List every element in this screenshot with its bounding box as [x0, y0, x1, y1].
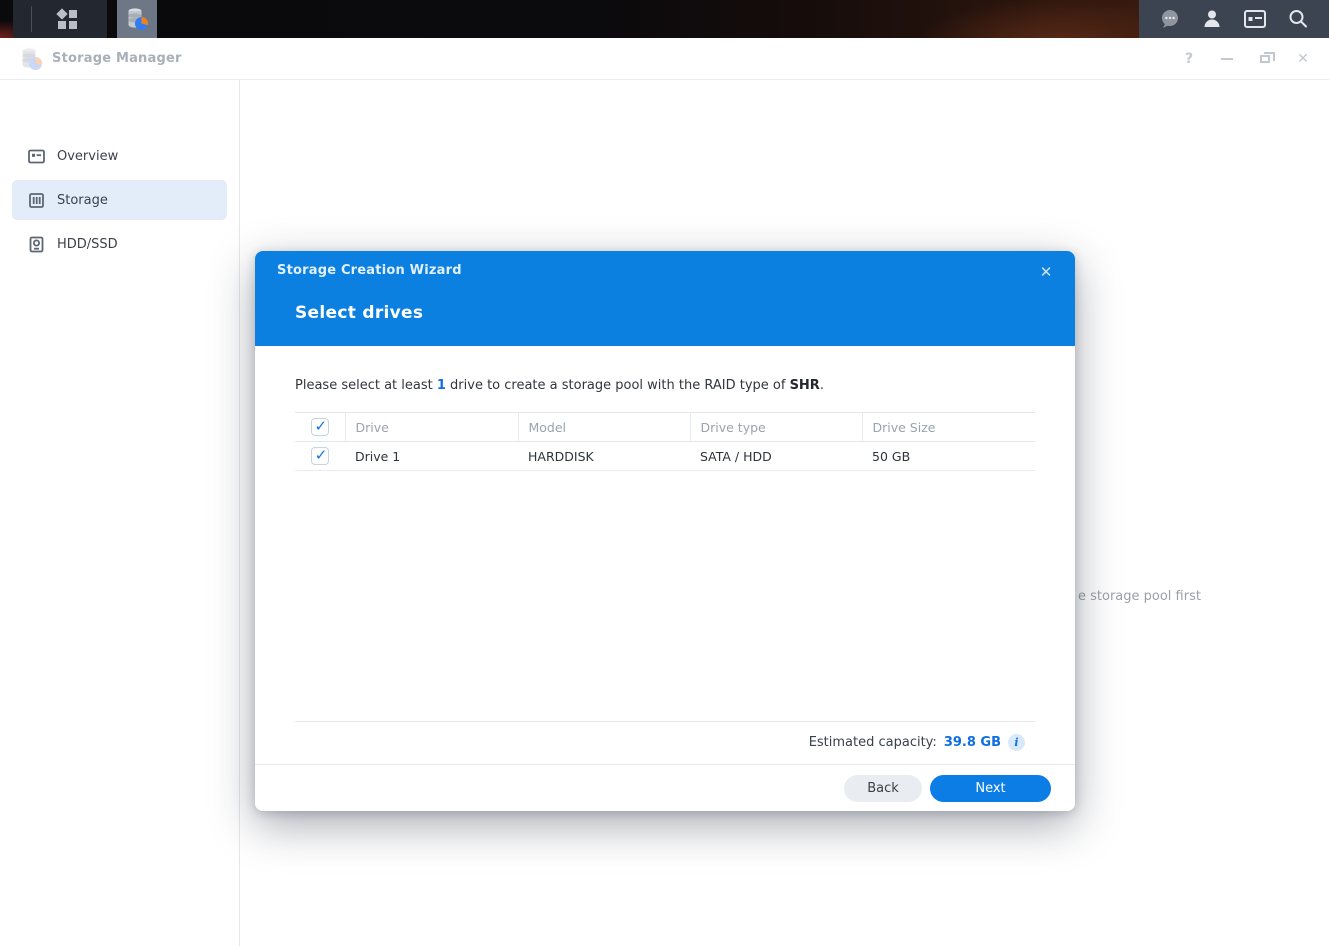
widgets-icon[interactable]	[1243, 8, 1267, 30]
intro-text: Please select at least 1 drive to create…	[295, 378, 1035, 393]
info-icon[interactable]: i	[1008, 734, 1025, 751]
column-header-drive-type[interactable]: Drive type	[690, 413, 862, 442]
estimated-capacity: Estimated capacity: 39.8 GB i	[809, 734, 1025, 751]
drive-cell-size: 50 GB	[862, 442, 1035, 471]
check-icon: ✓	[312, 417, 330, 435]
close-button[interactable]: ✕	[1295, 51, 1311, 67]
storage-manager-app-icon	[124, 6, 150, 32]
dialog-title: Storage Creation Wizard	[277, 263, 462, 278]
sidebar-item-storage[interactable]: Storage	[12, 180, 227, 220]
storage-icon	[28, 192, 45, 209]
user-icon[interactable]	[1201, 8, 1223, 30]
column-header-drive-size[interactable]: Drive Size	[862, 413, 1035, 442]
sidebar: Overview Storage HDD/SSD	[0, 80, 240, 946]
back-button[interactable]: Back	[844, 775, 922, 802]
sidebar-item-overview[interactable]: Overview	[12, 138, 227, 174]
drive-cell-model: HARDDISK	[518, 442, 690, 471]
taskbar-divider	[31, 6, 32, 32]
intro-mid: drive to create a storage pool with the …	[446, 378, 790, 393]
dialog-footer: Back Next	[255, 764, 1075, 811]
background-empty-state-text: e storage pool first	[1078, 589, 1201, 604]
column-header-model[interactable]: Model	[518, 413, 690, 442]
capacity-divider	[295, 721, 1035, 722]
search-icon[interactable]	[1287, 8, 1309, 30]
main-menu-icon[interactable]	[58, 10, 77, 29]
storage-creation-wizard-dialog: Storage Creation Wizard ✕ Select drives …	[255, 251, 1075, 811]
sidebar-item-label: HDD/SSD	[57, 237, 118, 252]
taskbar-storage-manager-tile[interactable]	[117, 0, 157, 38]
dialog-step-heading: Select drives	[295, 303, 423, 323]
notifications-icon[interactable]	[1159, 8, 1181, 30]
intro-post: .	[820, 378, 824, 393]
dialog-body: Please select at least 1 drive to create…	[255, 346, 1075, 764]
sidebar-item-hdd-ssd[interactable]: HDD/SSD	[12, 226, 227, 262]
estimated-capacity-value: 39.8 GB	[944, 735, 1001, 750]
taskbar-panel	[13, 0, 107, 38]
check-icon: ✓	[312, 446, 330, 464]
drives-table: ✓ Drive Model Drive type Drive Size ✓ Dr…	[295, 412, 1035, 471]
sidebar-item-label: Storage	[57, 193, 108, 208]
next-button[interactable]: Next	[930, 775, 1051, 802]
desktop-topbar	[0, 0, 1329, 38]
drive-row[interactable]: ✓ Drive 1 HARDDISK SATA / HDD 50 GB	[295, 442, 1035, 471]
select-all-checkbox[interactable]: ✓	[311, 418, 329, 436]
restore-button[interactable]	[1257, 51, 1273, 67]
dialog-close-icon[interactable]: ✕	[1035, 261, 1057, 283]
minimize-button[interactable]	[1219, 51, 1235, 67]
drives-table-header-row: ✓ Drive Model Drive type Drive Size	[295, 413, 1035, 442]
drive-cell-name: Drive 1	[345, 442, 518, 471]
intro-count: 1	[437, 378, 446, 393]
window-titlebar: Storage Manager ? ✕	[0, 38, 1329, 80]
overview-icon	[28, 148, 45, 165]
sidebar-item-label: Overview	[57, 149, 118, 164]
storage-manager-title-icon	[18, 46, 44, 76]
intro-raid-type: SHR	[790, 378, 820, 393]
storage-manager-window: Storage Manager ? ✕ Overview Storage	[0, 38, 1329, 946]
window-title: Storage Manager	[52, 51, 182, 66]
system-tray	[1139, 0, 1329, 38]
drive-cell-type: SATA / HDD	[690, 442, 862, 471]
dialog-header: Storage Creation Wizard ✕ Select drives	[255, 251, 1075, 346]
drive-row-checkbox[interactable]: ✓	[311, 447, 329, 465]
intro-pre: Please select at least	[295, 378, 437, 393]
column-header-drive[interactable]: Drive	[345, 413, 518, 442]
window-controls: ? ✕	[1181, 38, 1311, 80]
help-button[interactable]: ?	[1181, 51, 1197, 67]
estimated-capacity-label: Estimated capacity:	[809, 735, 937, 750]
hdd-ssd-icon	[28, 236, 45, 253]
